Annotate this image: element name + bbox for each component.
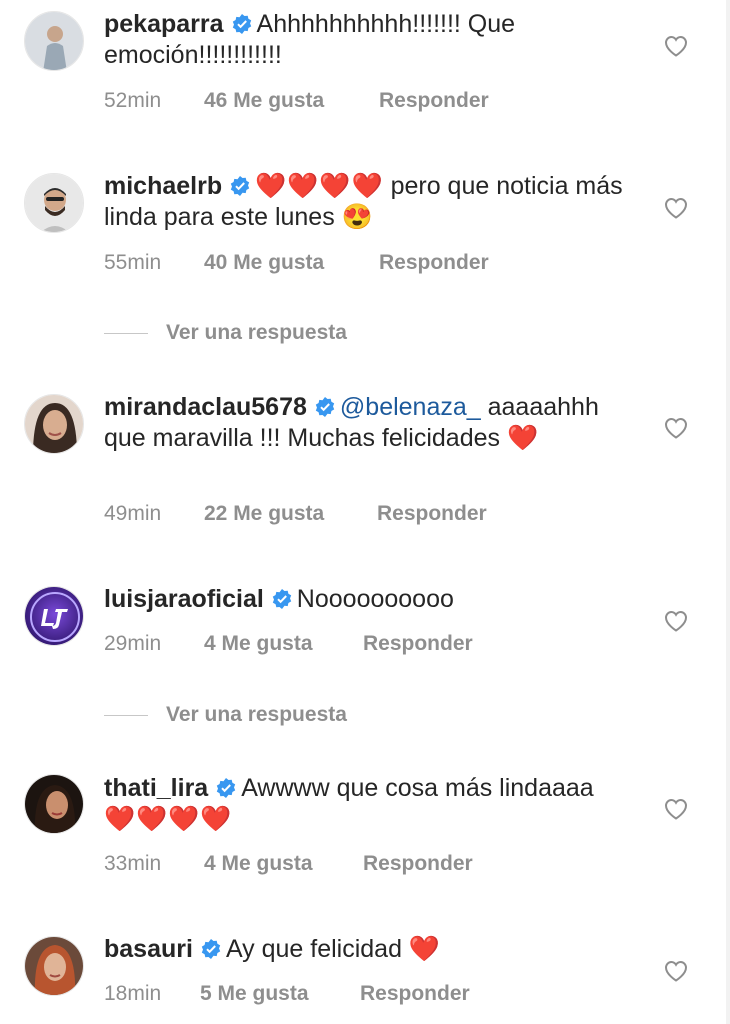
comment-text: mirandaclau5678 @belenaza_ aaaaahhh que m… (104, 392, 624, 454)
username[interactable]: thati_lira (104, 774, 208, 802)
username[interactable]: michaelrb (104, 172, 222, 200)
comment-body: Ay que felicidad ❤️ (225, 935, 441, 963)
comment-meta: 33min 4 Me gusta Responder (104, 852, 473, 876)
comment-meta: 18min 5 Me gusta Responder (104, 982, 470, 1006)
comment-body: Noooooooooo (296, 585, 454, 613)
divider (104, 714, 148, 716)
timestamp: 52min (104, 89, 162, 112)
verified-badge-icon (315, 397, 335, 417)
reply-button[interactable]: Responder (379, 89, 489, 113)
heart-outline-icon[interactable] (664, 417, 688, 439)
heart-outline-icon[interactable] (664, 197, 688, 219)
comment-meta: 29min 4 Me gusta Responder (104, 632, 473, 656)
comment-text: luisjaraoficial Noooooooooo (104, 584, 624, 615)
mention-link[interactable]: @belenaza_ (340, 393, 481, 421)
heart-emojis: ❤️❤️❤️❤️ (104, 805, 233, 833)
avatar[interactable] (24, 173, 84, 233)
comment-text: pekaparra Ahhhhhhhhhh!!!!!!! Que emoción!… (104, 9, 624, 71)
verified-badge-icon (230, 176, 250, 196)
comment-text: michaelrb ❤️❤️❤️❤️ pero que noticia más l… (104, 171, 624, 233)
timestamp: 33min (104, 852, 162, 875)
likes-count[interactable]: 22 Me gusta (204, 502, 377, 526)
likes-count[interactable]: 40 Me gusta (204, 251, 379, 275)
comment-meta: 52min 46 Me gusta Responder (104, 89, 489, 113)
verified-badge-icon (272, 589, 291, 609)
comment-meta: 49min 22 Me gusta Responder (104, 502, 487, 526)
likes-count[interactable]: 4 Me gusta (204, 632, 363, 656)
avatar[interactable] (24, 394, 84, 454)
username[interactable]: luisjaraoficial (104, 585, 264, 613)
comment-meta: 55min 40 Me gusta Responder (104, 251, 489, 275)
reply-button[interactable]: Responder (360, 982, 470, 1006)
view-replies-button[interactable]: Ver una respuesta (104, 321, 347, 345)
heart-emojis: ❤️❤️❤️❤️ (255, 172, 384, 200)
view-replies-label: Ver una respuesta (166, 321, 347, 344)
scrollbar[interactable] (726, 0, 730, 1024)
likes-count[interactable]: 4 Me gusta (204, 852, 363, 876)
timestamp: 49min (104, 502, 162, 525)
username[interactable]: basauri (104, 935, 193, 963)
avatar[interactable] (24, 586, 84, 646)
view-replies-label: Ver una respuesta (166, 703, 347, 726)
comment-text: basauri Ay que felicidad ❤️ (104, 934, 624, 965)
timestamp: 55min (104, 251, 162, 274)
verified-badge-icon (201, 939, 221, 959)
username[interactable]: mirandaclau5678 (104, 393, 307, 421)
reply-button[interactable]: Responder (377, 502, 487, 526)
timestamp: 29min (104, 632, 162, 655)
verified-badge-icon (232, 14, 251, 34)
comment-text: thati_lira Awwww que cosa más lindaaaa ❤️… (104, 773, 624, 835)
likes-count[interactable]: 46 Me gusta (204, 89, 379, 113)
view-replies-button[interactable]: Ver una respuesta (104, 703, 347, 727)
reply-button[interactable]: Responder (379, 251, 489, 275)
heart-outline-icon[interactable] (664, 35, 688, 57)
reply-button[interactable]: Responder (363, 852, 473, 876)
avatar[interactable] (24, 774, 84, 834)
avatar[interactable] (24, 11, 84, 71)
divider (104, 332, 148, 334)
likes-count[interactable]: 5 Me gusta (200, 982, 360, 1006)
avatar[interactable] (24, 936, 84, 996)
username[interactable]: pekaparra (104, 10, 224, 38)
heart-outline-icon[interactable] (664, 798, 688, 820)
verified-badge-icon (217, 778, 236, 798)
reply-button[interactable]: Responder (363, 632, 473, 656)
comment-body: Awwww que cosa más lindaaaa (241, 774, 594, 802)
heart-outline-icon[interactable] (664, 610, 688, 632)
timestamp: 18min (104, 982, 162, 1005)
heart-outline-icon[interactable] (664, 960, 688, 982)
